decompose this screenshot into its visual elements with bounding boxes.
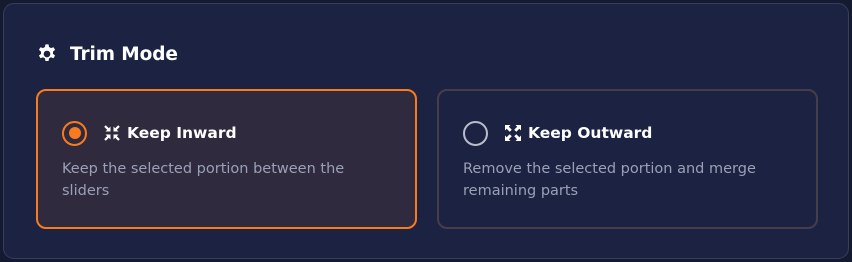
option-keep-inward[interactable]: Keep Inward Keep the selected portion be… <box>36 89 417 229</box>
compress-arrows-icon <box>104 125 120 141</box>
option-keep-outward[interactable]: Keep Outward Remove the selected portion… <box>437 89 818 229</box>
section-title: Trim Mode <box>70 43 178 65</box>
gear-icon <box>38 44 56 62</box>
radio-button-unchecked[interactable] <box>463 120 488 146</box>
trim-mode-panel: Trim Mode Keep Inward Keep the selected … <box>3 3 849 259</box>
expand-arrows-icon <box>505 125 521 141</box>
option-label: Keep Inward <box>127 124 237 142</box>
radio-button-checked[interactable] <box>62 120 87 146</box>
section-header: Trim Mode <box>36 40 178 68</box>
option-header: Keep Outward <box>463 120 652 146</box>
option-description: Remove the selected portion and merge re… <box>463 161 756 199</box>
option-description: Keep the selected portion between the sl… <box>62 161 345 199</box>
option-label: Keep Outward <box>528 124 653 142</box>
option-header: Keep Inward <box>62 120 237 146</box>
